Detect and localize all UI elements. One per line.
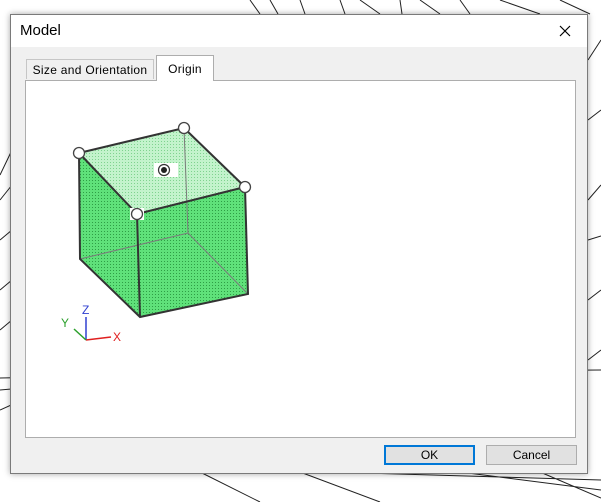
resize-handle-icon[interactable] (72, 146, 86, 160)
close-button[interactable] (543, 15, 587, 47)
resize-handle-icon[interactable] (130, 207, 144, 221)
close-icon (559, 25, 571, 37)
y-axis-label: Y (61, 316, 69, 330)
origin-point-icon[interactable] (154, 163, 178, 177)
z-axis-label: Z (82, 303, 89, 317)
origin-panel: Z X Y (25, 80, 576, 438)
resize-handle-icon[interactable] (238, 180, 252, 194)
ok-button[interactable]: OK (384, 445, 475, 465)
tab-origin[interactable]: Origin (156, 55, 214, 81)
tab-size-and-orientation[interactable]: Size and Orientation (26, 59, 154, 79)
cube[interactable] (78, 126, 250, 319)
cube-viewport[interactable]: Z X Y (26, 81, 575, 437)
cancel-button[interactable]: Cancel (486, 445, 577, 465)
window-title: Model (20, 22, 61, 39)
x-axis-label: X (113, 330, 121, 344)
model-dialog: Model Size and Orientation Origin Z X Y … (10, 14, 588, 474)
resize-handle-icon[interactable] (177, 121, 191, 135)
axis-gizmo: Z X Y (61, 303, 121, 344)
title-bar: Model (11, 15, 587, 47)
